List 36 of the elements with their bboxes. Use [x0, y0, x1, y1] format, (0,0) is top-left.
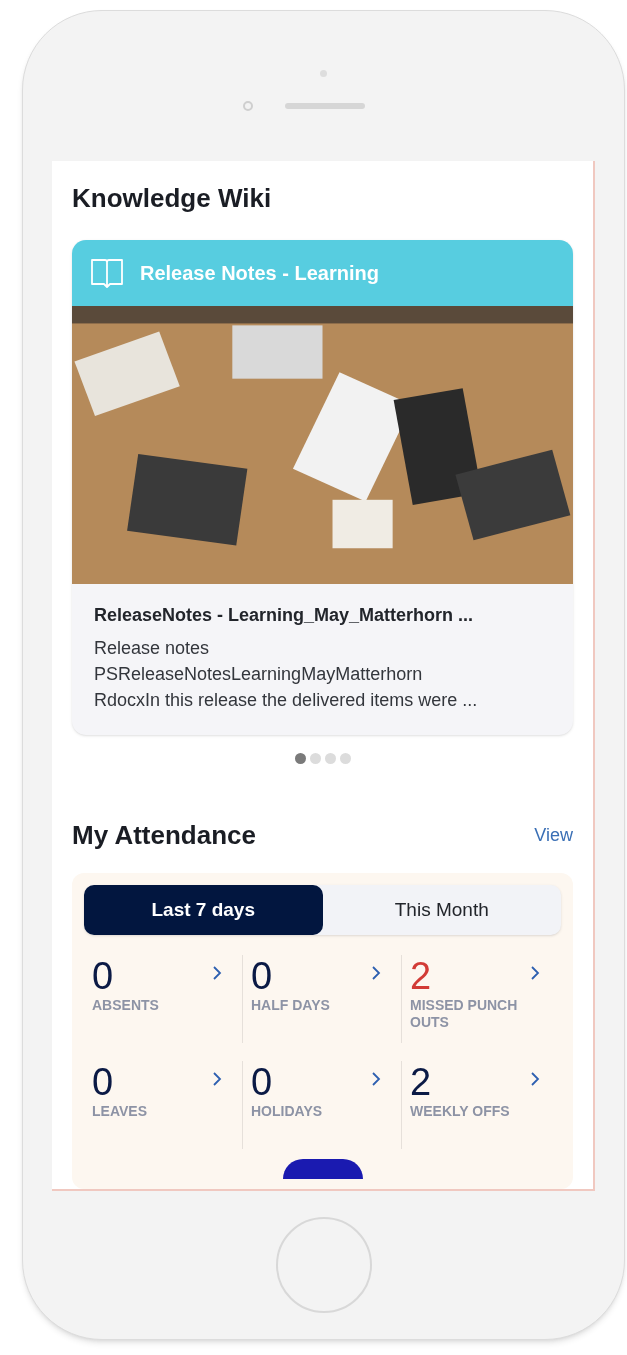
- stat-tile[interactable]: 2 MISSED PUNCH OUTS: [402, 955, 561, 1043]
- camera-icon: [242, 100, 253, 111]
- document-excerpt: Release notes PSReleaseNotesLearningMayMatterhorn RdocxIn this release the delivered items were ...: [94, 637, 479, 712]
- view-link[interactable]: View: [534, 822, 573, 849]
- chevron-right-icon: [212, 1071, 222, 1087]
- stat-tile[interactable]: 0 HALF DAYS: [243, 955, 402, 1043]
- stat-tile[interactable]: 0 ABSENTS: [84, 955, 243, 1043]
- button-edge[interactable]: [282, 1159, 363, 1179]
- period-tab[interactable]: This Month: [322, 885, 561, 935]
- home-button[interactable]: [275, 1217, 372, 1313]
- stat-value: 2: [410, 955, 433, 997]
- chevron-right-icon: [530, 1071, 540, 1087]
- chevron-right-icon: [530, 965, 540, 981]
- stat-label: HALF DAYS: [251, 997, 331, 1014]
- stat-label: LEAVES: [92, 1103, 148, 1120]
- stat-label: ABSENTS: [92, 997, 160, 1014]
- stat-tile[interactable]: 2 WEEKLY OFFS: [402, 1061, 561, 1149]
- card-header-title: Release Notes - Learning: [140, 260, 379, 286]
- period-tab[interactable]: Last 7 days: [84, 885, 323, 935]
- stat-value: 0: [251, 1061, 274, 1103]
- section-title: My Attendance: [72, 819, 256, 852]
- wiki-card[interactable]: Release Notes - Learning ReleaseNotes - Learning_May_Matterhorn ... Release notes PSReleaseNotesLearningMayMatterhorn RdocxIn this release the delivered items were ...: [72, 240, 573, 735]
- stat-label: WEEKLY OFFS: [410, 1103, 511, 1120]
- document-title: ReleaseNotes - Learning_May_Matterhorn ...: [94, 604, 475, 627]
- section-title: Knowledge Wiki: [72, 182, 273, 215]
- stat-value: 0: [92, 1061, 115, 1103]
- chevron-right-icon: [212, 965, 222, 981]
- stat-tile[interactable]: 0 HOLIDAYS: [243, 1061, 402, 1149]
- chevron-right-icon: [371, 1071, 381, 1087]
- stat-label: MISSED PUNCH OUTS: [410, 997, 519, 1031]
- stat-tile[interactable]: 0 LEAVES: [84, 1061, 243, 1149]
- chevron-right-icon: [371, 965, 381, 981]
- stat-value: 0: [92, 955, 115, 997]
- stat-value: 0: [251, 955, 274, 997]
- stat-label: HOLIDAYS: [251, 1103, 324, 1120]
- stat-value: 2: [410, 1061, 433, 1103]
